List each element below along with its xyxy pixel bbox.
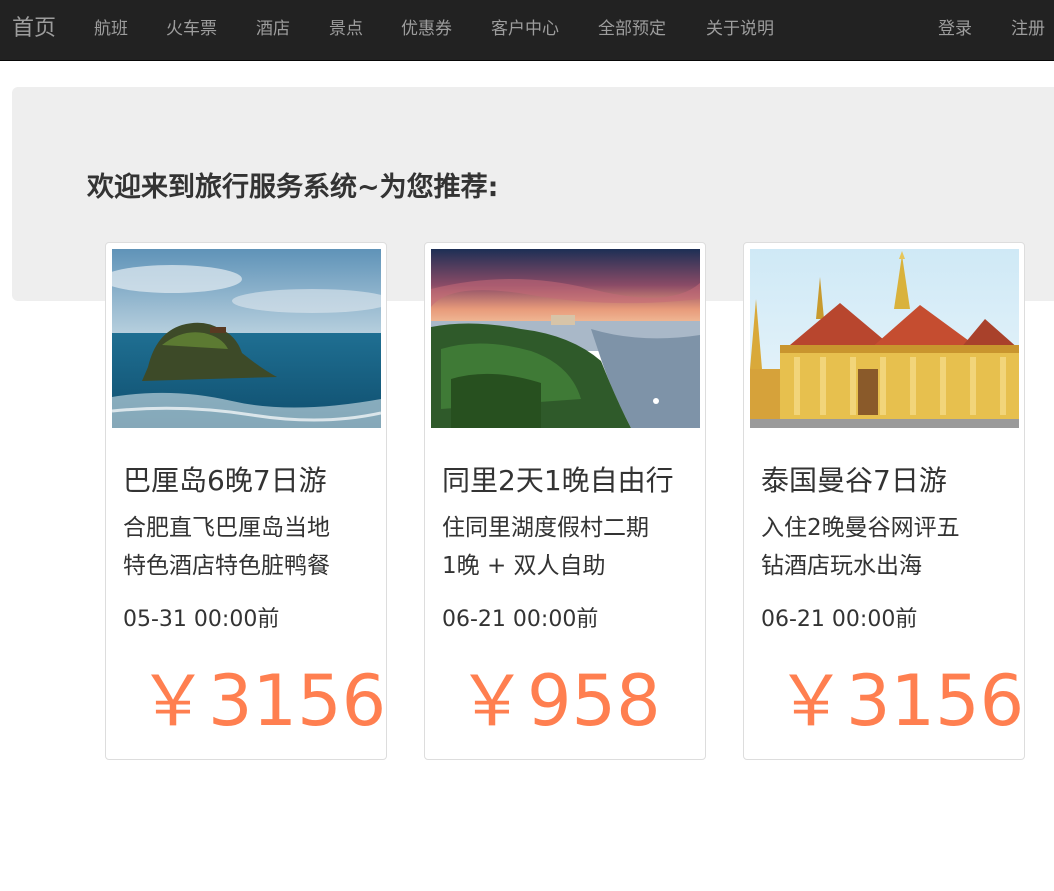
card-description-line: 钻酒店玩水出海: [761, 553, 922, 579]
card-price: ￥958: [457, 660, 661, 742]
bali-sea-temple-image[interactable]: [112, 249, 381, 428]
nav-item-customer-center[interactable]: 客户中心: [491, 18, 559, 40]
nav-item-coupons[interactable]: 优惠券: [401, 18, 452, 40]
recommendation-card-tongli[interactable]: 同里2天1晚自由行 住同里湖度假村二期 1晚 + 双人自助 06-21 00:0…: [424, 242, 706, 760]
card-description: 入住2晚曼谷网评五 钻酒店玩水出海: [761, 509, 1011, 585]
card-title[interactable]: 同里2天1晚自由行: [442, 462, 674, 500]
welcome-heading: 欢迎来到旅行服务系统~为您推荐:: [87, 172, 499, 203]
card-deadline: 06-21 00:00前: [761, 607, 918, 632]
card-description: 合肥直飞巴厘岛当地 特色酒店特色脏鸭餐: [123, 509, 373, 585]
nav-item-attractions[interactable]: 景点: [329, 18, 363, 40]
recommendation-card-bali[interactable]: 巴厘岛6晚7日游 合肥直飞巴厘岛当地 特色酒店特色脏鸭餐 05-31 00:00…: [105, 242, 387, 760]
card-description-line: 住同里湖度假村二期: [442, 515, 649, 541]
card-description-line: 1晚 + 双人自助: [442, 553, 606, 579]
nav-register-link[interactable]: 注册: [1011, 18, 1045, 40]
nav-login-link[interactable]: 登录: [938, 18, 972, 40]
card-title[interactable]: 泰国曼谷7日游: [761, 462, 947, 500]
card-description-line: 入住2晚曼谷网评五: [761, 515, 960, 541]
nav-item-all-bookings[interactable]: 全部预定: [598, 18, 666, 40]
recommendation-card-bangkok[interactable]: 泰国曼谷7日游 入住2晚曼谷网评五 钻酒店玩水出海 06-21 00:00前 ￥…: [743, 242, 1025, 760]
card-title[interactable]: 巴厘岛6晚7日游: [123, 462, 327, 500]
nav-item-about[interactable]: 关于说明: [706, 18, 774, 40]
card-description-line: 合肥直飞巴厘岛当地: [123, 515, 330, 541]
nav-home-link[interactable]: 首页: [12, 14, 56, 44]
nav-item-flights[interactable]: 航班: [94, 18, 128, 40]
card-description: 住同里湖度假村二期 1晚 + 双人自助: [442, 509, 692, 585]
nav-item-train-tickets[interactable]: 火车票: [166, 18, 217, 40]
bangkok-temple-image[interactable]: [750, 249, 1019, 428]
card-price: ￥3156: [138, 660, 387, 742]
card-description-line: 特色酒店特色脏鸭餐: [123, 553, 330, 579]
nav-item-hotels[interactable]: 酒店: [256, 18, 290, 40]
top-navbar: 首页 航班 火车票 酒店 景点 优惠券 客户中心 全部预定 关于说明 登录 注册: [0, 0, 1054, 61]
card-deadline: 05-31 00:00前: [123, 607, 280, 632]
tongli-lake-sunset-image[interactable]: [431, 249, 700, 428]
card-price: ￥3156: [776, 660, 1025, 742]
card-deadline: 06-21 00:00前: [442, 607, 599, 632]
